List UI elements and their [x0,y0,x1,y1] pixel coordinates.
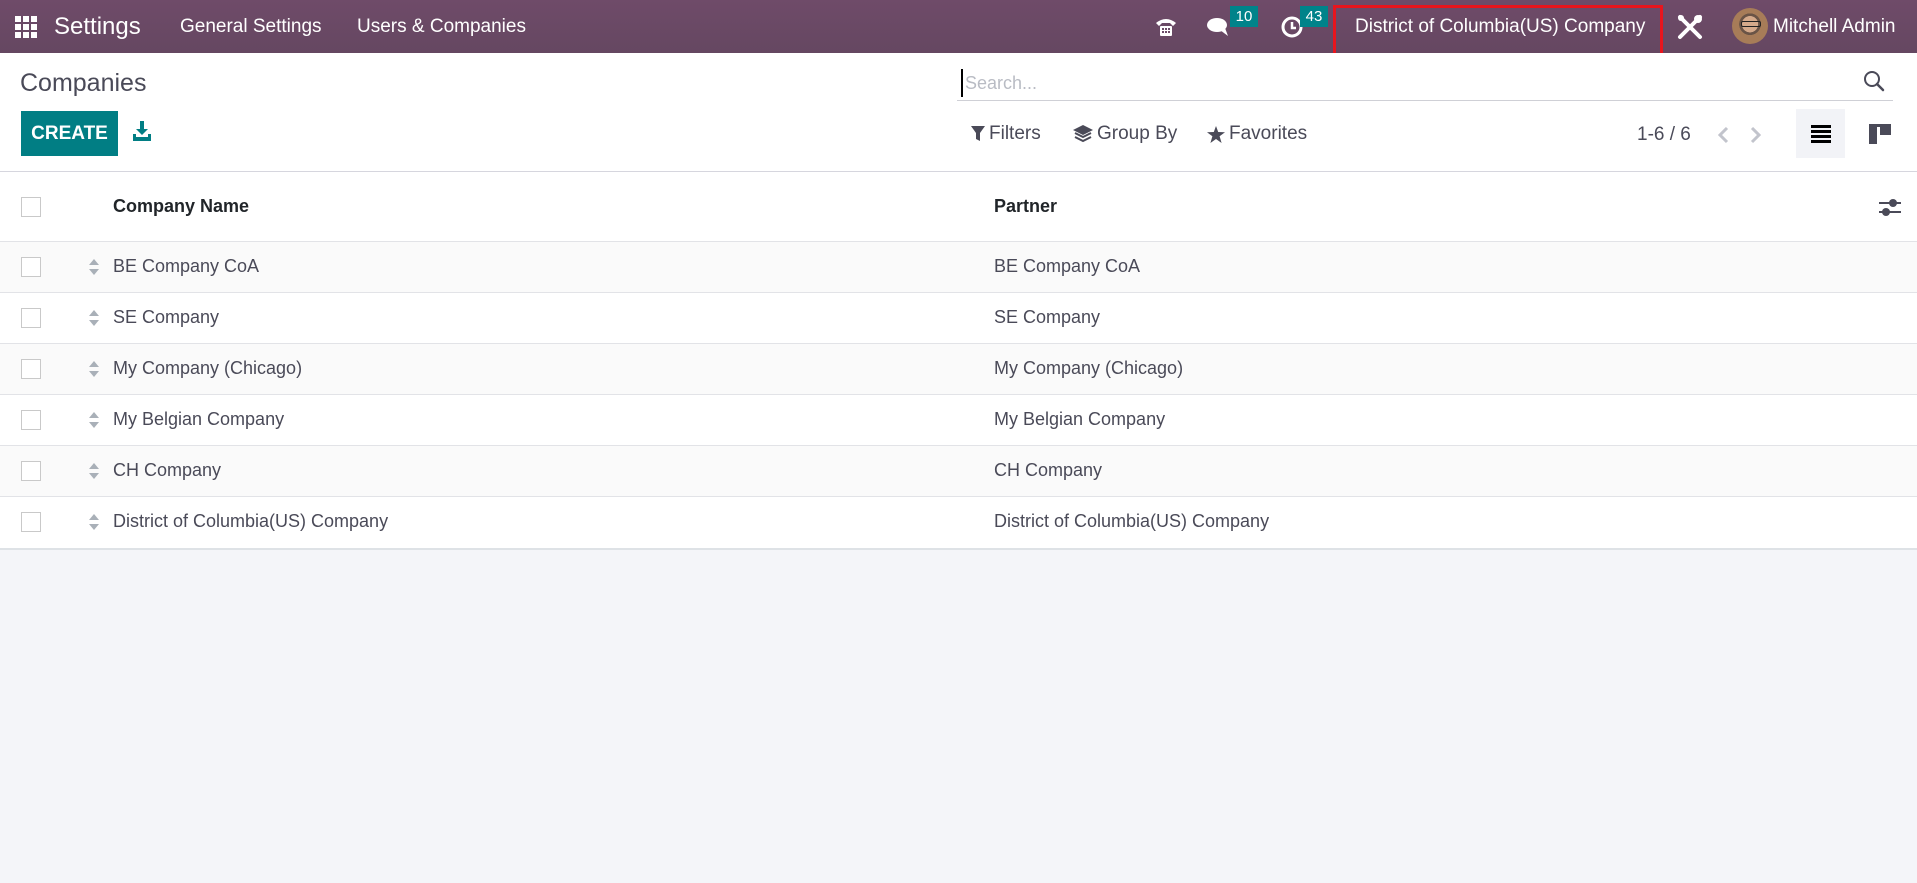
phone-button[interactable] [1152,0,1180,53]
control-panel: Companies CREATE Filters Group By [0,53,1917,172]
companies-table: Company Name Partner BE Company CoA BE C… [0,172,1917,550]
optional-columns-button[interactable] [1879,198,1901,218]
export-button[interactable] [133,121,151,141]
table-row[interactable]: CH Company CH Company [0,446,1917,497]
group-by-button[interactable]: Group By [1073,121,1177,147]
user-avatar[interactable] [1732,8,1768,44]
column-header-company-name[interactable]: Company Name [113,196,249,217]
app-name[interactable]: Settings [54,0,141,53]
cell-company-name[interactable]: SE Company [113,307,219,328]
drag-handle-icon[interactable] [89,463,99,479]
row-checkbox[interactable] [21,359,41,379]
cell-partner[interactable]: SE Company [994,307,1100,328]
row-checkbox[interactable] [21,410,41,430]
filters-button[interactable]: Filters [971,121,1041,147]
drag-handle-icon[interactable] [89,310,99,326]
group-by-label: Group By [1097,123,1178,144]
messages-button[interactable] [1205,0,1233,53]
drag-handle-icon[interactable] [89,514,99,530]
top-navbar: Settings General Settings Users & Compan… [0,0,1917,59]
cell-partner[interactable]: CH Company [994,460,1102,481]
user-menu[interactable]: Mitchell Admin [1773,0,1896,53]
phone-icon [1156,18,1176,36]
pager-next-button[interactable] [1746,124,1766,146]
cell-company-name[interactable]: District of Columbia(US) Company [113,511,388,532]
menu-users-companies[interactable]: Users & Companies [357,0,526,53]
search-bar [957,65,1893,101]
row-checkbox[interactable] [21,512,41,532]
chevron-right-icon [1750,126,1762,144]
table-row[interactable]: District of Columbia(US) Company Distric… [0,497,1917,548]
star-icon [1207,125,1225,143]
table-row[interactable]: SE Company SE Company [0,293,1917,344]
list-view-button[interactable] [1796,109,1845,158]
page-title: Companies [20,69,147,97]
debug-tools-button[interactable] [1676,0,1704,53]
cell-partner[interactable]: BE Company CoA [994,256,1140,277]
tools-icon [1678,14,1702,39]
messages-badge: 10 [1230,6,1258,27]
table-header: Company Name Partner [0,172,1917,242]
cell-partner[interactable]: My Belgian Company [994,409,1165,430]
apps-menu-button[interactable] [15,0,37,53]
layers-icon [1073,125,1093,143]
drag-handle-icon[interactable] [89,259,99,275]
table-row[interactable]: BE Company CoA BE Company CoA [0,242,1917,293]
filters-label: Filters [989,123,1041,144]
favorites-button[interactable]: Favorites [1207,121,1307,147]
cell-company-name[interactable]: My Company (Chicago) [113,358,302,379]
table-row[interactable]: My Company (Chicago) My Company (Chicago… [0,344,1917,395]
column-header-partner[interactable]: Partner [994,196,1057,217]
list-icon [1810,124,1831,143]
apps-grid-icon [15,15,37,38]
sliders-icon [1879,199,1901,216]
kanban-view-button[interactable] [1855,109,1904,158]
create-button[interactable]: CREATE [21,111,118,156]
table-row[interactable]: My Belgian Company My Belgian Company [0,395,1917,446]
chevron-left-icon [1717,126,1729,144]
activities-badge: 43 [1300,6,1328,27]
row-checkbox[interactable] [21,257,41,277]
search-button[interactable] [1863,70,1885,92]
search-input[interactable] [961,69,1821,97]
pager-previous-button[interactable] [1713,124,1733,146]
drag-handle-icon[interactable] [89,361,99,377]
filter-icon [971,126,985,141]
cell-company-name[interactable]: My Belgian Company [113,409,284,430]
cell-partner[interactable]: District of Columbia(US) Company [994,511,1269,532]
menu-general-settings[interactable]: General Settings [180,0,322,53]
kanban-icon [1868,123,1891,144]
company-switcher[interactable]: District of Columbia(US) Company [1355,0,1645,53]
row-checkbox[interactable] [21,308,41,328]
select-all-checkbox[interactable] [21,197,41,217]
download-icon [133,121,151,141]
cell-partner[interactable]: My Company (Chicago) [994,358,1183,379]
search-icon [1864,71,1885,92]
pager-value[interactable]: 1-6 / 6 [1637,124,1691,146]
cell-company-name[interactable]: CH Company [113,460,221,481]
favorites-label: Favorites [1229,123,1308,144]
chat-icon [1207,17,1228,36]
cell-company-name[interactable]: BE Company CoA [113,256,259,277]
drag-handle-icon[interactable] [89,412,99,428]
row-checkbox[interactable] [21,461,41,481]
